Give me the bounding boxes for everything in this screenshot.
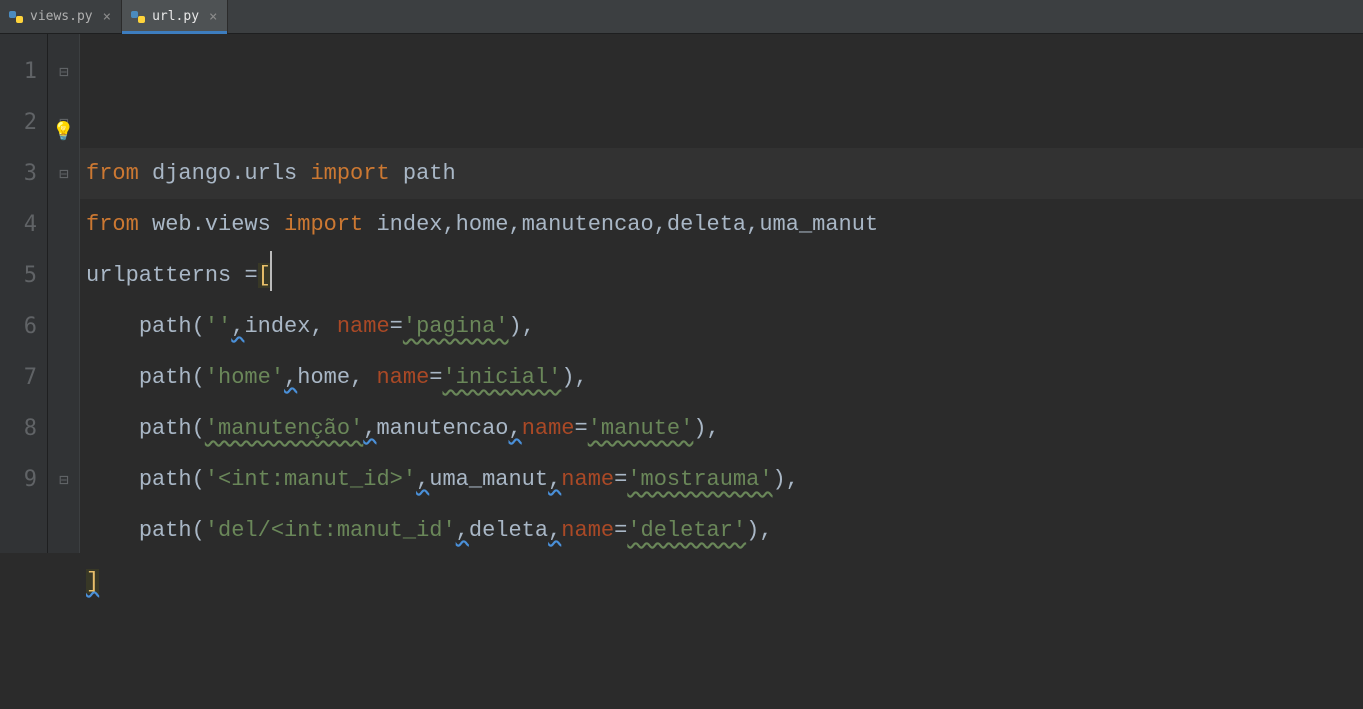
python-file-icon [130,9,146,25]
line-number: 1 [0,46,37,97]
fold-gutter: ⊟ ⊟ 💡 ⊟ ⊟ [48,34,80,553]
fold-icon[interactable]: ⊟ [52,148,76,199]
line-number-gutter: 1 2 3 4 5 6 7 8 9 [0,34,48,553]
caret [270,251,272,291]
tab-views-py[interactable]: views.py × [0,0,122,33]
fold-icon[interactable]: ⊟ [52,454,76,505]
line-number: 6 [0,301,37,352]
tab-url-py[interactable]: url.py × [122,0,228,33]
line-number: 8 [0,403,37,454]
line-number: 5 [0,250,37,301]
tab-label: views.py [30,9,93,24]
code-editor[interactable]: 1 2 3 4 5 6 7 8 9 ⊟ ⊟ 💡 ⊟ ⊟ from django.… [0,34,1363,553]
fold-icon[interactable]: ⊟ [52,46,76,97]
close-icon[interactable]: × [103,9,111,25]
line-number: 4 [0,199,37,250]
line-number: 3 [0,148,37,199]
tab-bar: views.py × url.py × [0,0,1363,34]
code-content: from django.urls import path from web.vi… [86,148,1363,607]
line-number: 9 [0,454,37,505]
line-number: 2 [0,97,37,148]
line-number: 7 [0,352,37,403]
python-file-icon [8,9,24,25]
tab-label: url.py [152,9,199,24]
close-icon[interactable]: × [209,9,217,25]
code-area[interactable]: from django.urls import path from web.vi… [80,34,1363,553]
